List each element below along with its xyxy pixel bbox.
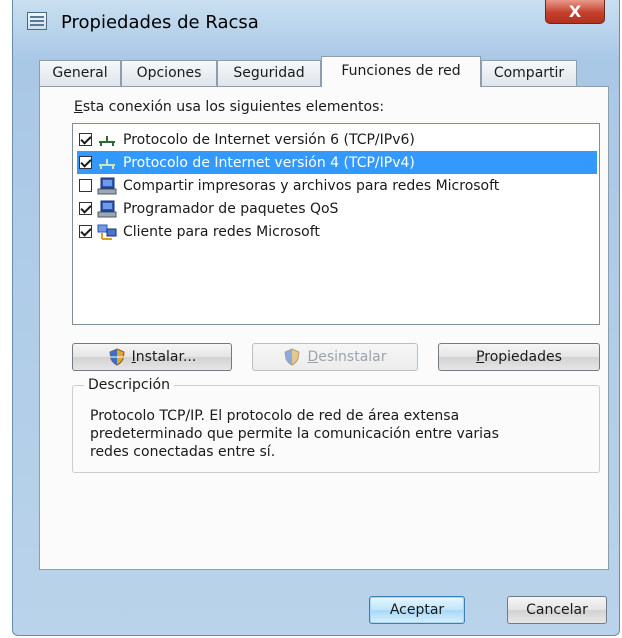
uninstall-button[interactable]: Desinstalar	[252, 343, 418, 371]
service-icon	[97, 177, 117, 194]
window-icon	[27, 12, 47, 30]
checkbox[interactable]	[79, 202, 92, 215]
tab-funciones-de-red[interactable]: Funciones de red	[321, 56, 481, 87]
shield-icon	[109, 348, 125, 366]
list-item-label: Protocolo de Internet versión 4 (TCP/IPv…	[123, 154, 415, 171]
checkbox[interactable]	[79, 133, 92, 146]
window-title: Propiedades de Racsa	[61, 12, 259, 33]
tab-panel: Esta conexión usa los siguientes element…	[39, 86, 609, 570]
title-bar[interactable]: Propiedades de Racsa X	[13, 0, 619, 46]
network-elements-list[interactable]: Protocolo de Internet versión 6 (TCP/IPv…	[72, 123, 600, 325]
close-icon: X	[568, 1, 582, 21]
list-item-label: Programador de paquetes QoS	[123, 200, 339, 217]
properties-label: Propiedades	[476, 349, 562, 365]
shield-icon	[284, 348, 301, 366]
description-legend: Descripción	[84, 377, 174, 393]
tab-general[interactable]: General	[39, 60, 121, 86]
service-icon	[97, 200, 117, 217]
install-button[interactable]: Instalar...	[72, 343, 232, 371]
protocol-icon	[99, 135, 115, 146]
close-button[interactable]: X	[545, 0, 605, 24]
list-item-label: Compartir impresoras y archivos para red…	[123, 177, 500, 194]
checkbox[interactable]	[79, 179, 92, 192]
list-item-tcpipv4[interactable]: Protocolo de Internet versión 4 (TCP/IPv…	[77, 151, 597, 174]
uninstall-label: Desinstalar	[307, 349, 387, 365]
checkbox[interactable]	[79, 156, 92, 169]
tab-seguridad[interactable]: Seguridad	[217, 60, 321, 86]
list-item-file-printer-sharing[interactable]: Compartir impresoras y archivos para red…	[77, 174, 597, 197]
client-icon	[97, 224, 117, 240]
checkbox[interactable]	[79, 225, 92, 238]
list-item-label: Protocolo de Internet versión 6 (TCP/IPv…	[123, 131, 415, 148]
list-item-label: Cliente para redes Microsoft	[123, 223, 320, 240]
list-item-qos-scheduler[interactable]: Programador de paquetes QoS	[77, 197, 597, 220]
list-item-tcpipv6[interactable]: Protocolo de Internet versión 6 (TCP/IPv…	[77, 128, 597, 151]
list-item-ms-client[interactable]: Cliente para redes Microsoft	[77, 220, 597, 243]
elements-label: Esta conexión usa los siguientes element…	[74, 99, 385, 115]
install-label: Instalar...	[131, 349, 197, 365]
ok-button[interactable]: Aceptar	[369, 596, 465, 624]
dialog-window: Propiedades de Racsa X General Opciones …	[12, 0, 620, 636]
tab-compartir[interactable]: Compartir	[481, 60, 577, 86]
description-text: Protocolo TCP/IP. El protocolo de red de…	[90, 408, 499, 460]
tab-opciones[interactable]: Opciones	[121, 60, 217, 86]
protocol-icon	[99, 158, 115, 169]
cancel-button[interactable]: Cancelar	[507, 596, 607, 624]
properties-button[interactable]: Propiedades	[438, 343, 600, 371]
